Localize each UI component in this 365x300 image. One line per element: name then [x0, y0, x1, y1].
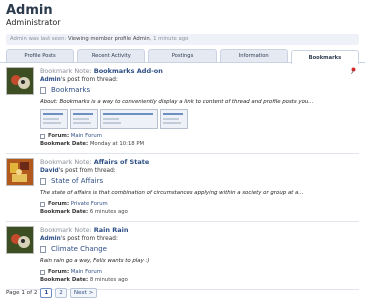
forum-link[interactable]: Private Forum: [71, 200, 108, 208]
thread-link[interactable]: Bookmarks: [40, 85, 359, 95]
post-excerpt: Rain rain go a way, Felix wants to play …: [40, 258, 150, 264]
post-source-text: 's post from thread:: [60, 77, 118, 83]
bookmark-date: Monday at 10:18 PM: [89, 141, 145, 147]
profile-header: Admin Administrator Admin was last seen:…: [0, 0, 365, 45]
forum-link[interactable]: Main Forum: [71, 268, 102, 276]
tab-recent-activity[interactable]: Recent Activity: [77, 49, 146, 62]
thread-icon: [40, 245, 46, 253]
thread-link[interactable]: Climate Change: [40, 244, 359, 254]
post-source: David's post from thread:: [40, 167, 359, 175]
bookmark-note-label: Bookmark Note:: [40, 226, 92, 234]
bookmark-note: Bookmark Note: Bookmarks Add-on: [40, 67, 359, 76]
bookmark-note-label: Bookmark Note:: [40, 67, 92, 75]
bookmark-date-label: Bookmark Date:: [40, 209, 89, 215]
post-excerpt: The state of affairs is that combination…: [40, 190, 304, 196]
post-source: Admin's post from thread:: [40, 76, 359, 84]
tab-postings[interactable]: Postings: [148, 49, 217, 62]
bookmark-item: Bookmark Note: Bookmarks Add-on Admin's …: [6, 63, 359, 154]
thread-title[interactable]: Bookmarks: [51, 85, 90, 95]
attachment-thumbnails: [40, 109, 359, 129]
forum-label: Forum:: [48, 269, 70, 275]
bookmark-note-title[interactable]: Bookmarks Add-on: [94, 67, 163, 75]
thread-icon: [40, 177, 46, 185]
forum-row: Forum: Main Forum: [40, 268, 359, 276]
page-count-label: Page 1 of 2: [6, 290, 38, 296]
post-author[interactable]: Admin: [40, 77, 61, 83]
post-source: Admin's post from thread:: [40, 235, 359, 243]
profile-role: Administrator: [6, 18, 61, 27]
forum-icon: [40, 201, 45, 207]
page-button-2[interactable]: 2: [55, 288, 67, 298]
profile-tabs: Profile Posts Recent Activity Postings I…: [0, 49, 365, 64]
profile-name: Admin: [6, 3, 53, 18]
forum-label: Forum:: [48, 133, 70, 139]
tab-profile-posts[interactable]: Profile Posts: [6, 49, 75, 62]
bookmark-date-row: Bookmark Date: 8 minutes ago: [40, 276, 359, 284]
tab-bookmarks[interactable]: Bookmarks: [290, 50, 360, 64]
post-source-text: 's post from thread:: [60, 236, 118, 242]
bookmark-note: Bookmark Note: Rain Rain: [40, 226, 359, 235]
attachment-thumbnail[interactable]: [70, 109, 98, 129]
bookmark-date-label: Bookmark Date:: [40, 277, 89, 283]
avatar[interactable]: [6, 67, 34, 95]
attachment-thumbnail[interactable]: [40, 109, 68, 129]
bookmark-note-title[interactable]: Affairs of State: [94, 158, 150, 166]
post-author[interactable]: Admin: [40, 236, 61, 242]
forum-icon: [40, 133, 45, 139]
thread-icon: [40, 86, 46, 94]
tab-information[interactable]: Information: [219, 49, 288, 62]
bookmark-date-label: Bookmark Date:: [40, 141, 89, 147]
last-seen-label: Admin was last seen:: [10, 36, 67, 42]
avatar[interactable]: [6, 226, 34, 254]
last-seen-time: , 1 minute ago: [149, 36, 189, 42]
bookmark-item: Bookmark Note: Affairs of State David's …: [6, 154, 359, 222]
bookmark-date: 8 minutes ago: [89, 277, 128, 283]
post-source-text: 's post from thread:: [58, 168, 116, 174]
last-seen-activity[interactable]: Viewing member profile Admin: [68, 36, 150, 42]
pin-icon[interactable]: [350, 67, 357, 74]
bookmark-list: Bookmark Note: Bookmarks Add-on Admin's …: [0, 63, 365, 290]
bookmark-date-row: Bookmark Date: 6 minutes ago: [40, 208, 359, 216]
thread-title[interactable]: State of Affairs: [51, 176, 103, 186]
bookmark-date-row: Bookmark Date: Monday at 10:18 PM: [40, 140, 359, 148]
thread-link[interactable]: State of Affairs: [40, 176, 359, 186]
forum-icon: [40, 269, 45, 275]
bookmark-note: Bookmark Note: Affairs of State: [40, 158, 359, 167]
forum-label: Forum:: [48, 201, 70, 207]
bookmark-item: Bookmark Note: Rain Rain Admin's post fr…: [6, 222, 359, 290]
post-author[interactable]: David: [40, 168, 59, 174]
bookmark-note-title[interactable]: Rain Rain: [94, 226, 129, 234]
forum-link[interactable]: Main Forum: [71, 132, 102, 140]
pagination: Page 1 of 2 1 2 Next >: [6, 288, 98, 298]
thread-title[interactable]: Climate Change: [51, 244, 107, 254]
post-excerpt: About: Bookmarks is a way to convenientl…: [40, 99, 314, 105]
attachment-thumbnail[interactable]: [160, 109, 188, 129]
forum-row: Forum: Private Forum: [40, 200, 359, 208]
last-seen-bar: Admin was last seen: Viewing member prof…: [6, 34, 359, 45]
attachment-thumbnail[interactable]: [100, 109, 158, 129]
bookmark-note-label: Bookmark Note:: [40, 158, 92, 166]
avatar[interactable]: [6, 158, 34, 186]
bookmark-date: 6 minutes ago: [89, 209, 128, 215]
next-page-button[interactable]: Next >: [69, 288, 98, 298]
page-button-1[interactable]: 1: [40, 288, 53, 298]
forum-row: Forum: Main Forum: [40, 132, 359, 140]
